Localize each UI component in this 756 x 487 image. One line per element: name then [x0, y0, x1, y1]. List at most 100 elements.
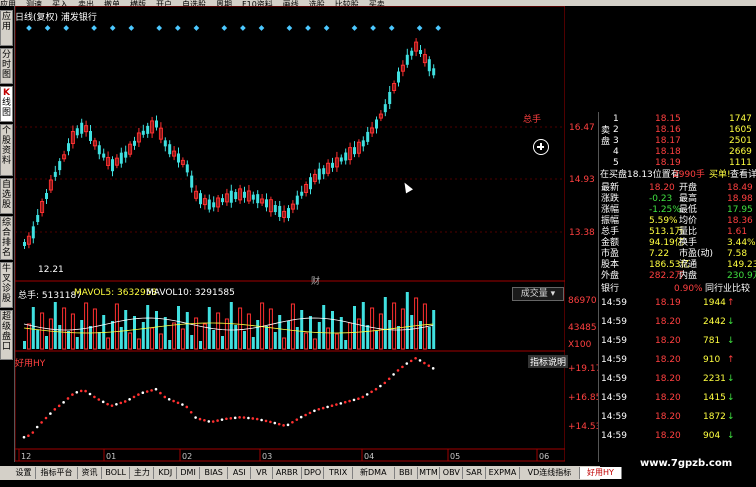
- tick-row-6: 14:59 18.20 1872 ↓: [599, 412, 756, 423]
- left-tab-7[interactable]: 超级盘口: [0, 310, 13, 360]
- month-label-5: 05: [450, 452, 460, 461]
- left-tab-label: 自选股: [1, 180, 11, 210]
- candle-body: [278, 205, 282, 217]
- indicator-help-button[interactable]: 指标说明: [528, 355, 569, 368]
- left-tab-label: 应用: [1, 12, 11, 32]
- volume-bar: [216, 312, 221, 350]
- volume-bar: [177, 306, 180, 349]
- signal-marker: [91, 25, 97, 31]
- candle-body: [361, 140, 365, 147]
- volume-bar: [48, 318, 53, 350]
- ask-volume: 1747: [729, 114, 752, 124]
- candle-body: [432, 68, 436, 76]
- indicator-tab-1[interactable]: 指标平台: [36, 467, 78, 479]
- quote-value: 230.9万: [727, 271, 756, 281]
- indicator-tab-14[interactable]: BBI: [395, 467, 418, 479]
- tick-row-7: 14:59 18.20 904 ↓: [599, 431, 756, 442]
- big-order-note-right: 买单!: [709, 170, 731, 180]
- volume-bar: [334, 333, 339, 350]
- low-price-label: 12.21: [38, 265, 64, 275]
- indicator-tab-17[interactable]: SAR: [463, 467, 486, 479]
- quote-value: 5.59%: [649, 216, 678, 226]
- quote-value: 1.61: [727, 227, 748, 237]
- tick-price: 18.20: [655, 355, 681, 365]
- quote-row-0: 最新 18.20 开盘 18.49: [599, 183, 756, 194]
- indicator-tab-2[interactable]: 资讯: [78, 467, 102, 479]
- quote-label: 市盈(动): [679, 249, 714, 259]
- quote-label: 涨跌: [601, 194, 620, 204]
- finance-marker[interactable]: 财: [311, 274, 320, 287]
- indicator-dot: [317, 407, 321, 411]
- big-order-note: 在买盘18.13位置有: [600, 170, 680, 180]
- left-tab-0[interactable]: 应用: [0, 10, 13, 46]
- left-tab-6[interactable]: 牛叉诊股: [0, 262, 13, 308]
- kline-chart[interactable]: 12 01 02 03 04 05 06 日线(复权) 浦发银行 12.21 财 总手: 5…: [14, 5, 569, 462]
- left-tab-1[interactable]: 分时图: [0, 48, 13, 84]
- candle-body: [427, 59, 431, 72]
- indicator-tab-9[interactable]: VR: [251, 467, 274, 479]
- tick-time: 14:59: [601, 431, 627, 441]
- indicator-tab-10[interactable]: ARBR: [273, 467, 302, 479]
- indicator-tab-13[interactable]: 新DMA: [353, 467, 395, 479]
- indicator-dot: [343, 400, 347, 404]
- candle-body: [36, 215, 40, 223]
- volume-bar: [212, 330, 216, 349]
- indicator-tab-0[interactable]: 设置: [12, 467, 36, 479]
- candle-body: [243, 191, 246, 198]
- volume-bar: [53, 302, 57, 349]
- indicator-tab-6[interactable]: DMI: [177, 467, 200, 479]
- volume-indicator-dropdown-label: 成交量: [520, 289, 548, 299]
- indicator-tab-5[interactable]: KDJ: [154, 467, 178, 479]
- left-tab-5[interactable]: 综合排名: [0, 216, 13, 260]
- tick-time: 14:59: [601, 374, 627, 384]
- indicator-tab-19[interactable]: VD连线指标: [520, 467, 580, 479]
- indicator-tab-20[interactable]: 好用HY: [580, 467, 622, 479]
- tick-price: 18.20: [655, 317, 681, 327]
- volume-bar: [190, 335, 194, 349]
- indicator-axis-1: +19.17: [568, 364, 602, 374]
- left-tab-4[interactable]: 自选股: [0, 178, 13, 214]
- indicator-tab-11[interactable]: DPO: [302, 467, 325, 479]
- volume-bar: [221, 336, 224, 349]
- volume-bar: [300, 310, 304, 349]
- signal-marker: [286, 25, 293, 31]
- quote-value: 18.20: [649, 183, 675, 193]
- indicator-tab-18[interactable]: EXPMA: [486, 467, 520, 479]
- volume-bar: [155, 311, 158, 349]
- indicator-tab-3[interactable]: BOLL: [102, 467, 131, 479]
- volume-bar: [287, 321, 290, 349]
- indicator-tab-15[interactable]: MTM: [418, 467, 441, 479]
- indicator-dot: [225, 417, 228, 421]
- indicator-dot: [269, 420, 272, 424]
- volume-bar: [133, 316, 136, 349]
- sector-row[interactable]: 银行 0.90% 同行业比较: [599, 284, 756, 295]
- indicator-tab-12[interactable]: TRIX: [324, 467, 353, 479]
- left-tab-3[interactable]: 个股资料: [0, 124, 13, 176]
- volume-total-label: 总手: 5131187: [18, 291, 82, 301]
- volume-bar: [141, 322, 145, 349]
- tick-price: 18.20: [655, 412, 681, 422]
- tick-time: 14:59: [601, 298, 627, 308]
- candle-body: [124, 151, 128, 158]
- indicator-tab-16[interactable]: OBV: [440, 467, 464, 479]
- left-tab-label: 分时图: [1, 50, 11, 80]
- left-tab-2[interactable]: K 线图: [0, 86, 13, 122]
- candle-body: [366, 131, 370, 142]
- tick-volume: 2231: [703, 374, 726, 384]
- zoom-in-icon[interactable]: [533, 139, 549, 155]
- volume-bar: [80, 320, 84, 349]
- indicator-tab-4[interactable]: 主力: [130, 467, 155, 479]
- candle-body: [419, 50, 422, 54]
- big-order-row[interactable]: 在买盘18.13位置有2990手买单!查看详细: [599, 170, 756, 181]
- candle-body: [383, 104, 387, 113]
- indicator-dot: [132, 395, 136, 399]
- candle-body: [89, 131, 92, 141]
- tick-volume: 904: [703, 431, 721, 441]
- indicator-tab-8[interactable]: ASI: [228, 467, 252, 479]
- volume-bar: [194, 317, 199, 350]
- signal-marker: [128, 25, 135, 31]
- volume-indicator-dropdown[interactable]: 成交量 ▾: [512, 287, 564, 301]
- big-order-qty: 2990手: [673, 170, 705, 180]
- indicator-tab-7[interactable]: BIAS: [200, 467, 229, 479]
- indicator-dot: [387, 377, 391, 381]
